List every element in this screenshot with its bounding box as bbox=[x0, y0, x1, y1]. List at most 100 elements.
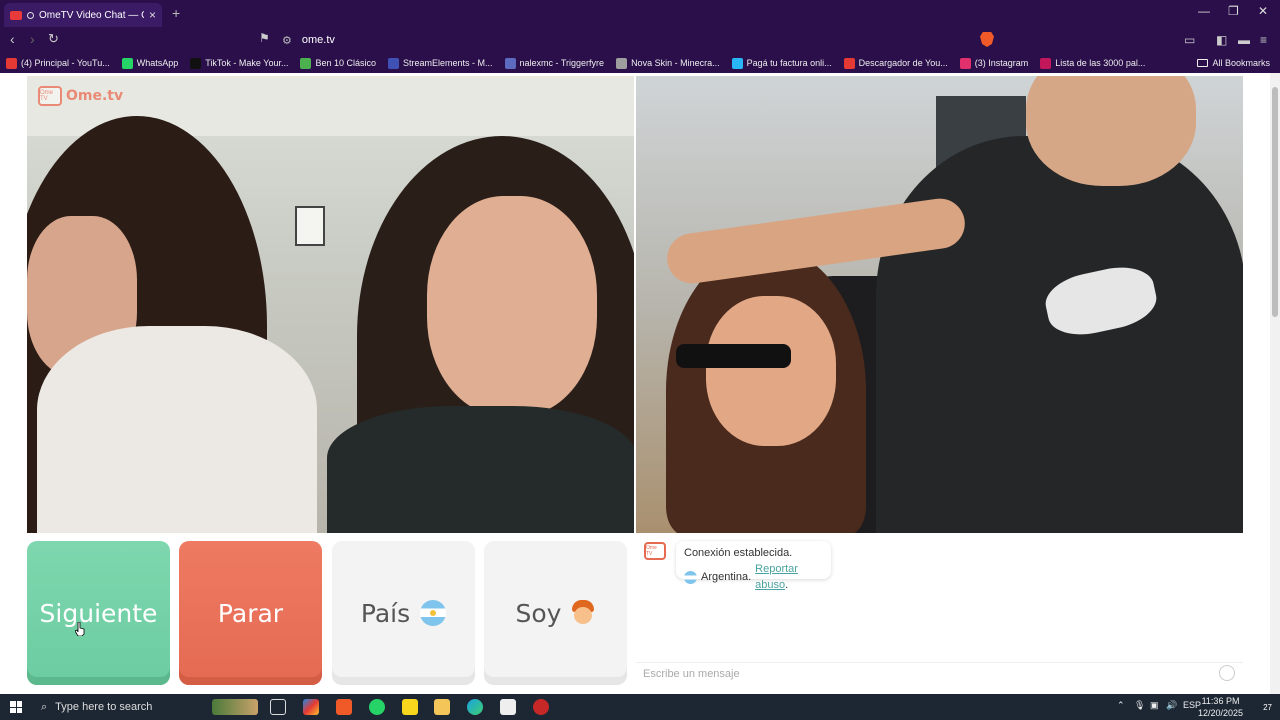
local-video: Ome TV Ome.tv bbox=[27, 76, 634, 533]
bookmark-label: Ben 10 Clásico bbox=[315, 58, 376, 68]
country-button-label: País bbox=[360, 598, 411, 628]
report-abuse-link[interactable]: Reportar abuso bbox=[755, 563, 798, 591]
bookmark-label: Nova Skin - Minecra... bbox=[631, 58, 720, 68]
ometv-logo-text: Ome.tv bbox=[66, 88, 124, 104]
argentina-flag-icon bbox=[684, 570, 697, 584]
whatsapp-icon[interactable] bbox=[369, 699, 385, 715]
all-bookmarks-button[interactable]: All Bookmarks bbox=[1197, 58, 1270, 68]
recording-indicator-icon bbox=[27, 11, 34, 19]
menu-icon[interactable]: ≡ bbox=[1260, 33, 1267, 47]
scrollbar-thumb[interactable] bbox=[1272, 87, 1278, 317]
sticky-notes-icon[interactable] bbox=[402, 699, 418, 715]
ometv-watermark: Ome TV Ome.tv bbox=[38, 86, 123, 106]
next-button[interactable]: Siguiente bbox=[27, 541, 170, 685]
forward-icon[interactable]: › bbox=[30, 31, 35, 47]
windows-start-icon[interactable] bbox=[10, 701, 22, 713]
bookmark-label: StreamElements - M... bbox=[403, 58, 493, 68]
bookmark-favicon-icon bbox=[300, 57, 312, 69]
stop-button[interactable]: Parar bbox=[179, 541, 322, 685]
bookmark-favicon-icon bbox=[616, 57, 628, 69]
ometv-chat-logo-icon: Ome TV bbox=[644, 542, 666, 560]
bookmarks-bar: (4) Principal - YouTu... WhatsApp TikTok -… bbox=[0, 53, 1280, 73]
message-placeholder: Escribe un mensaje bbox=[643, 668, 740, 680]
wall-frame bbox=[295, 206, 325, 246]
volume-icon[interactable]: 🔊 bbox=[1166, 700, 1177, 711]
bookmark-label: (4) Principal - YouTu... bbox=[21, 58, 110, 68]
dark-shirt bbox=[327, 406, 634, 533]
address-bar[interactable]: ⚙ ome.tv bbox=[282, 30, 982, 50]
wallet-icon[interactable]: ▬ bbox=[1238, 33, 1250, 47]
clock[interactable]: 11:36 PM 12/20/2025 bbox=[1198, 695, 1243, 719]
bookmark-item[interactable]: Ben 10 Clásico bbox=[300, 57, 376, 69]
capcut-icon[interactable] bbox=[500, 699, 516, 715]
sidebar-icon[interactable]: ◧ bbox=[1216, 33, 1227, 47]
stop-button-label: Parar bbox=[217, 598, 284, 628]
brave-shields-icon[interactable] bbox=[980, 32, 994, 47]
bookmark-item[interactable]: Descargador de You... bbox=[843, 57, 948, 69]
bookmark-favicon-icon bbox=[121, 57, 133, 69]
edge-icon[interactable] bbox=[467, 699, 483, 715]
bookmark-page-icon[interactable]: ⚑ bbox=[259, 31, 270, 45]
taskbar-search[interactable]: ⌕ Type here to search bbox=[33, 694, 209, 720]
gender-button-label: Soy bbox=[515, 598, 562, 628]
tray-overflow-icon[interactable]: ⌃ bbox=[1117, 700, 1125, 711]
bookmark-label: TikTok - Make Your... bbox=[205, 58, 289, 68]
media-icon[interactable]: ▭ bbox=[1184, 33, 1195, 47]
person-face-right bbox=[427, 196, 597, 416]
task-view-icon[interactable] bbox=[270, 699, 286, 715]
new-tab-button[interactable]: + bbox=[172, 5, 180, 21]
bookmark-item[interactable]: TikTok - Make Your... bbox=[190, 57, 289, 69]
file-explorer-icon[interactable] bbox=[434, 699, 450, 715]
restore-button[interactable]: ❐ bbox=[1228, 4, 1239, 18]
argentina-flag-icon bbox=[420, 600, 447, 626]
browser-tab-ometv[interactable]: OmeTV Video Chat — Omeg × bbox=[4, 3, 162, 27]
sunglasses bbox=[676, 344, 791, 368]
ometv-logo-icon: Ome TV bbox=[38, 86, 62, 106]
bookmark-item[interactable]: Pagá tu factura onli... bbox=[731, 57, 832, 69]
bookmark-item[interactable]: StreamElements - M... bbox=[388, 57, 493, 69]
bookmark-label: nalexmc - Triggerfyre bbox=[519, 58, 605, 68]
site-settings-icon[interactable]: ⚙ bbox=[282, 34, 292, 47]
copilot-icon[interactable] bbox=[303, 699, 319, 715]
bookmark-item[interactable]: (4) Principal - YouTu... bbox=[6, 57, 110, 69]
bookmark-item[interactable]: nalexmc - Triggerfyre bbox=[504, 57, 605, 69]
emoji-icon[interactable] bbox=[1219, 665, 1235, 681]
folder-icon bbox=[1197, 59, 1209, 67]
connection-status: Conexión establecida. bbox=[684, 547, 793, 559]
message-input[interactable]: Escribe un mensaje bbox=[636, 662, 1243, 685]
search-icon: ⌕ bbox=[41, 700, 48, 713]
weather-widget-icon[interactable] bbox=[212, 699, 258, 715]
obs-icon[interactable] bbox=[533, 699, 549, 715]
reload-icon[interactable]: ↻ bbox=[48, 31, 59, 47]
title-bar: OmeTV Video Chat — Omeg × + — ❐ ✕ bbox=[0, 0, 1280, 27]
bookmark-favicon-icon bbox=[959, 57, 971, 69]
bookmark-favicon-icon bbox=[731, 57, 743, 69]
notification-center[interactable]: 27 bbox=[1248, 699, 1272, 715]
close-tab-icon[interactable]: × bbox=[149, 8, 156, 22]
hand-cursor-icon bbox=[75, 622, 85, 636]
system-message: Conexión establecida. Argentina. Reporta… bbox=[676, 541, 831, 591]
minimize-button[interactable]: — bbox=[1198, 4, 1210, 18]
back-icon[interactable]: ‹ bbox=[10, 31, 15, 47]
ometv-favicon-icon bbox=[10, 10, 22, 20]
scrollbar[interactable] bbox=[1270, 73, 1280, 694]
gender-button[interactable]: Soy bbox=[484, 541, 627, 685]
country-filter-button[interactable]: País bbox=[332, 541, 475, 685]
close-window-button[interactable]: ✕ bbox=[1258, 4, 1268, 18]
man-shirt bbox=[876, 136, 1243, 533]
bookmark-favicon-icon bbox=[1040, 57, 1052, 69]
bookmark-item[interactable]: Lista de las 3000 pal... bbox=[1040, 57, 1145, 69]
browser-toolbar: ‹ › ↻ ⚑ ⚙ ome.tv ▭ ◧ ▬ ≡ bbox=[0, 27, 1280, 53]
bookmark-favicon-icon bbox=[504, 57, 516, 69]
bookmark-label: (3) Instagram bbox=[974, 58, 1029, 68]
network-icon[interactable]: ▣ bbox=[1150, 700, 1159, 711]
bookmark-label: Descargador de You... bbox=[858, 58, 948, 68]
tab-title: OmeTV Video Chat — Omeg bbox=[39, 9, 144, 21]
next-button-label: Siguiente bbox=[39, 598, 158, 628]
bookmark-item[interactable]: Nova Skin - Minecra... bbox=[616, 57, 720, 69]
microphone-icon[interactable]: 🎙 bbox=[1134, 700, 1145, 711]
bookmark-favicon-icon bbox=[388, 57, 399, 69]
bookmark-item[interactable]: (3) Instagram bbox=[959, 57, 1029, 69]
bookmark-item[interactable]: WhatsApp bbox=[121, 57, 178, 69]
brave-browser-icon[interactable] bbox=[336, 699, 352, 715]
